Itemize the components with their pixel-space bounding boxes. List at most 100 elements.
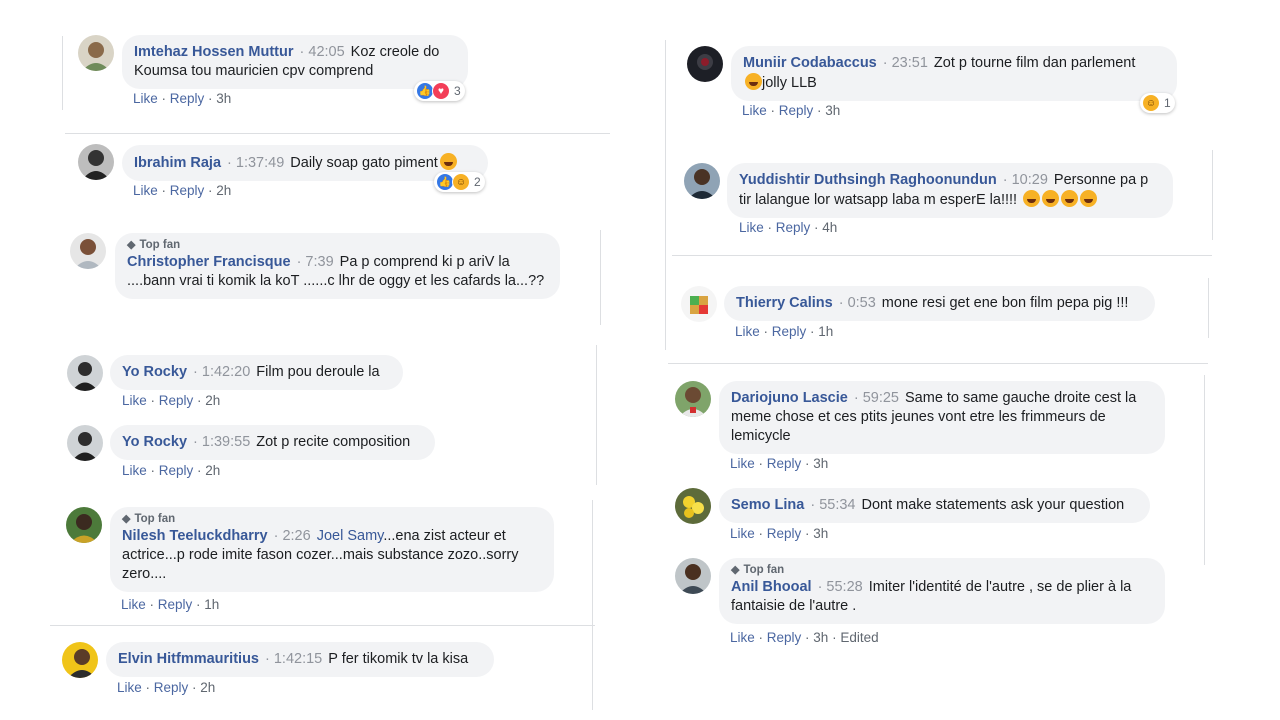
comment-bubble: Semo Lina 55:34 Dont make statements ask y… [719, 488, 1150, 523]
comment-actions: Like Reply 3h [730, 526, 828, 541]
avatar[interactable] [67, 355, 103, 391]
reply-link[interactable]: Reply [170, 91, 205, 106]
commenter-name[interactable]: Yo Rocky [122, 434, 187, 450]
video-timestamp[interactable]: 1:37:49 [227, 155, 284, 171]
comment-text: Dont make statements ask your question [861, 497, 1125, 513]
commenter-name[interactable]: Semo Lina [731, 497, 804, 513]
commenter-name[interactable]: Elvin Hitfmmauritius [118, 651, 259, 667]
video-timestamp[interactable]: 1:39:55 [193, 434, 250, 450]
commenter-name[interactable]: Ibrahim Raja [134, 155, 221, 171]
comment-age[interactable]: 4h [822, 220, 837, 235]
comment-actions: Like Reply 3h [133, 91, 231, 106]
video-timestamp[interactable]: 2:26 [274, 528, 311, 544]
reply-link[interactable]: Reply [159, 393, 194, 408]
comment-age[interactable]: 3h [216, 91, 231, 106]
like-link[interactable]: Like [133, 91, 158, 106]
avatar[interactable] [681, 286, 717, 322]
avatar[interactable] [67, 425, 103, 461]
video-timestamp[interactable]: 42:05 [300, 44, 345, 60]
comment-age[interactable]: 2h [216, 183, 231, 198]
avatar[interactable] [684, 163, 720, 199]
edited-label: Edited [840, 630, 879, 645]
divider [50, 625, 595, 626]
commenter-name[interactable]: Imtehaz Hossen Muttur [134, 44, 294, 60]
comment-age[interactable]: 1h [204, 597, 219, 612]
video-timestamp[interactable]: 55:34 [810, 497, 855, 513]
reply-link[interactable]: Reply [776, 220, 811, 235]
avatar[interactable] [78, 144, 114, 180]
like-link[interactable]: Like [122, 393, 147, 408]
reply-link[interactable]: Reply [154, 680, 189, 695]
avatar[interactable] [62, 642, 98, 678]
like-link[interactable]: Like [117, 680, 142, 695]
reply-link[interactable]: Reply [159, 463, 194, 478]
comment-age[interactable]: 3h [813, 456, 828, 471]
comment-age[interactable]: 3h [813, 526, 828, 541]
like-link[interactable]: Like [730, 456, 755, 471]
comment-text: Daily soap gato piment [290, 155, 438, 171]
like-link[interactable]: Like [730, 630, 755, 645]
avatar[interactable] [78, 35, 114, 71]
like-link[interactable]: Like [133, 183, 158, 198]
comment-bubble: Thierry Calins 0:53 mone resi get ene bon … [724, 286, 1155, 321]
video-timestamp[interactable]: 7:39 [297, 254, 334, 270]
comment-age[interactable]: 2h [205, 393, 220, 408]
avatar[interactable] [66, 507, 102, 543]
haha-reaction-icon: ☺ [1142, 94, 1160, 112]
reply-link[interactable]: Reply [767, 456, 802, 471]
avatar[interactable] [675, 488, 711, 524]
comment-text: Zot p recite composition [256, 434, 411, 450]
video-timestamp[interactable]: 59:25 [854, 390, 899, 406]
reaction-summary[interactable]: ☺ 1 [1140, 93, 1175, 113]
reaction-summary[interactable]: 👍 ♥ 3 [414, 81, 465, 101]
commenter-name[interactable]: Muniir Codabaccus [743, 55, 877, 71]
like-link[interactable]: Like [742, 103, 767, 118]
reaction-summary[interactable]: 👍 ☺ 2 [434, 172, 485, 192]
comment-bubble: Elvin Hitfmmauritius 1:42:15 P fer tikomik… [106, 642, 494, 677]
diamond-icon: ◆ [731, 564, 740, 576]
video-timestamp[interactable]: 55:28 [818, 579, 863, 595]
comment-age[interactable]: 2h [205, 463, 220, 478]
commenter-name[interactable]: Nilesh Teeluckdharry [122, 528, 268, 544]
like-link[interactable]: Like [121, 597, 146, 612]
comment-actions: Like Reply 1h [121, 597, 219, 612]
comment-bubble: ◆Top fan Nilesh Teeluckdharry 2:26 Joel Sa… [110, 507, 554, 592]
like-link[interactable]: Like [739, 220, 764, 235]
commenter-name[interactable]: Dariojuno Lascie [731, 390, 848, 406]
divider [672, 255, 1212, 256]
tagged-user-link[interactable]: Joel Samy [317, 528, 384, 544]
like-link[interactable]: Like [122, 463, 147, 478]
laughing-emoji-icon [1061, 190, 1079, 207]
reply-link[interactable]: Reply [158, 597, 193, 612]
reply-link[interactable]: Reply [170, 183, 205, 198]
diamond-icon: ◆ [122, 513, 131, 525]
comment-actions: Like Reply 3h Edited [730, 630, 879, 645]
like-link[interactable]: Like [730, 526, 755, 541]
reply-link[interactable]: Reply [767, 630, 802, 645]
comment-bubble: Ibrahim Raja 1:37:49 Daily soap gato pimen… [122, 145, 488, 181]
like-link[interactable]: Like [735, 324, 760, 339]
reply-link[interactable]: Reply [779, 103, 814, 118]
comment-age[interactable]: 3h [813, 630, 828, 645]
comment-bubble: Yuddishtir Duthsingh Raghoonundun10:29Pe… [727, 163, 1173, 218]
avatar[interactable] [675, 558, 711, 594]
commenter-name[interactable]: Anil Bhooal [731, 579, 812, 595]
commenter-name[interactable]: Thierry Calins [736, 295, 833, 311]
video-timestamp[interactable]: 1:42:15 [265, 651, 322, 667]
comment-age[interactable]: 2h [200, 680, 215, 695]
commenter-name[interactable]: Yo Rocky [122, 364, 187, 380]
comment-bubble: Muniir Codabaccus 23:51 Zot p tourne film … [731, 46, 1177, 101]
avatar[interactable] [70, 233, 106, 269]
video-timestamp[interactable]: 10:29 [1003, 172, 1048, 188]
avatar[interactable] [675, 381, 711, 417]
commenter-name[interactable]: Christopher Francisque [127, 254, 291, 270]
video-timestamp[interactable]: 23:51 [883, 55, 928, 71]
reply-link[interactable]: Reply [767, 526, 802, 541]
comment-age[interactable]: 1h [818, 324, 833, 339]
video-timestamp[interactable]: 0:53 [839, 295, 876, 311]
commenter-name[interactable]: Yuddishtir Duthsingh Raghoonundun [739, 172, 997, 188]
avatar[interactable] [687, 46, 723, 82]
video-timestamp[interactable]: 1:42:20 [193, 364, 250, 380]
comment-age[interactable]: 3h [825, 103, 840, 118]
reply-link[interactable]: Reply [772, 324, 807, 339]
